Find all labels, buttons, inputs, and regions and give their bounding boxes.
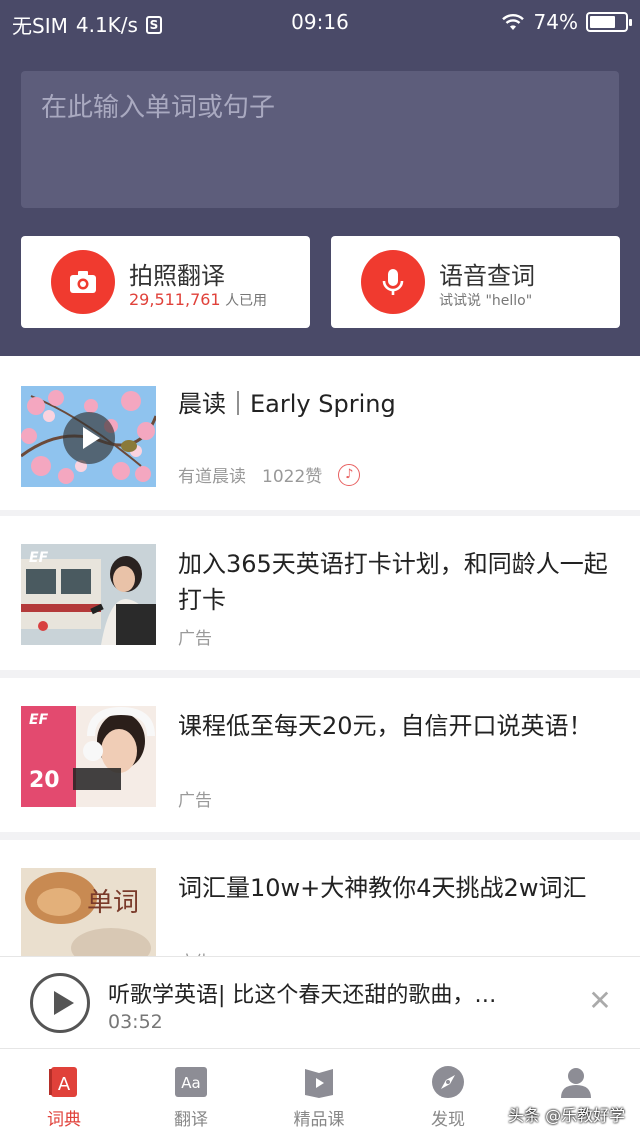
tab-translate[interactable]: Aa 翻译 — [141, 1065, 241, 1130]
price-badge: 20 — [29, 768, 60, 793]
feed-source: 有道晨读 — [178, 467, 246, 487]
photo-translate-usage: 29,511,761 人已用 — [129, 290, 267, 310]
battery-icon — [586, 12, 632, 32]
feed-list[interactable]: 晨读｜Early Spring 有道晨读 1022赞 ♪ EF 加入365天英语… — [0, 356, 640, 956]
watermark: 头条 @乐教好学 — [508, 1106, 626, 1125]
battery-level — [590, 16, 615, 28]
player-title[interactable]: 听歌学英语| 比这个春天还甜的歌曲，… — [108, 977, 548, 1009]
feed-meta: 广告 — [178, 786, 212, 811]
play-button[interactable] — [30, 973, 90, 1033]
ad-tag: 广告 — [178, 791, 212, 811]
feed-item-ad-course[interactable]: EF 20 课程低至每天20元，自信开口说英语！ 广告 — [0, 678, 640, 832]
photo-translate-button[interactable]: 拍照翻译 29,511,761 人已用 — [21, 236, 310, 328]
feed-item-morning-reading[interactable]: 晨读｜Early Spring 有道晨读 1022赞 ♪ — [0, 356, 640, 510]
feed-meta: 广告 — [178, 624, 212, 649]
ad-thumbnail[interactable]: EF — [21, 544, 156, 645]
tab-courses[interactable]: 精品课 — [269, 1065, 369, 1130]
status-bar: 无SIM 4.1K/s S 09:16 74% — [0, 0, 640, 44]
microphone-icon — [361, 250, 425, 314]
course-icon — [305, 1069, 333, 1098]
ad-thumbnail[interactable]: EF 20 — [21, 706, 156, 807]
feed-title[interactable]: 加入365天英语打卡计划，和同龄人一起打卡 — [178, 546, 608, 618]
vocab-thumb-text: 单词 — [87, 888, 140, 918]
camera-icon — [51, 250, 115, 314]
close-icon[interactable]: ✕ — [586, 987, 614, 1015]
ad-thumbnail[interactable]: 单词 — [21, 868, 156, 956]
feed-title[interactable]: 晨读｜Early Spring — [178, 386, 608, 422]
compass-icon — [432, 1066, 464, 1098]
ad-tag: 广告 — [178, 629, 212, 649]
voice-lookup-hint: 试试说 "hello" — [439, 293, 533, 309]
tab-label: 发现 — [431, 1110, 465, 1130]
feed-meta: 广告 — [178, 948, 212, 956]
tab-dictionary[interactable]: A 词典 — [14, 1065, 114, 1130]
translate-icon: Aa — [175, 1067, 207, 1097]
svg-text:A: A — [58, 1074, 71, 1095]
ad-tag: 广告 — [178, 948, 212, 956]
photo-translate-title: 拍照翻译 — [129, 262, 225, 290]
feed-title[interactable]: 词汇量10w+大神教你4天挑战2w词汇 — [178, 870, 608, 906]
play-icon[interactable] — [63, 412, 115, 464]
player-time: 03:52 — [108, 1011, 163, 1033]
battery-percent: 74% — [533, 10, 578, 34]
morning-reading-thumbnail[interactable] — [21, 386, 156, 487]
usage-count: 29,511,761 — [129, 290, 221, 309]
wifi-icon — [501, 14, 524, 30]
mini-player[interactable]: 听歌学英语| 比这个春天还甜的歌曲，… 03:52 ✕ — [0, 956, 640, 1048]
tab-label: 词典 — [47, 1110, 81, 1130]
tab-discover[interactable]: 发现 — [398, 1065, 498, 1130]
profile-icon — [561, 1068, 591, 1098]
feed-likes: 1022赞 — [262, 467, 323, 487]
feed-title[interactable]: 课程低至每天20元，自信开口说英语！ — [178, 708, 608, 744]
svg-text:Aa: Aa — [181, 1074, 200, 1092]
voice-lookup-title: 语音查词 — [439, 262, 535, 290]
ef-logo: EF — [29, 550, 49, 566]
status-right: 74% — [500, 10, 632, 34]
tab-label: 翻译 — [174, 1110, 208, 1130]
tab-profile[interactable] — [526, 1065, 626, 1099]
usage-suffix: 人已用 — [225, 293, 268, 309]
search-box[interactable] — [21, 71, 619, 208]
voice-lookup-button[interactable]: 语音查词 试试说 "hello" — [331, 236, 620, 328]
ef-logo: EF — [29, 712, 49, 728]
tab-label: 精品课 — [293, 1110, 345, 1130]
dictionary-icon: A — [49, 1067, 77, 1097]
feed-meta: 有道晨读 1022赞 ♪ — [178, 462, 361, 487]
search-input[interactable] — [41, 93, 601, 123]
music-note-icon: ♪ — [338, 463, 361, 486]
feed-item-ad-vocab[interactable]: 单词 词汇量10w+大神教你4天挑战2w词汇 广告 — [0, 840, 640, 956]
header: 无SIM 4.1K/s S 09:16 74% 在此输入单词或句子 拍照翻译 2… — [0, 0, 640, 356]
feed-item-ad-checkin[interactable]: EF 加入365天英语打卡计划，和同龄人一起打卡 广告 — [0, 516, 640, 670]
